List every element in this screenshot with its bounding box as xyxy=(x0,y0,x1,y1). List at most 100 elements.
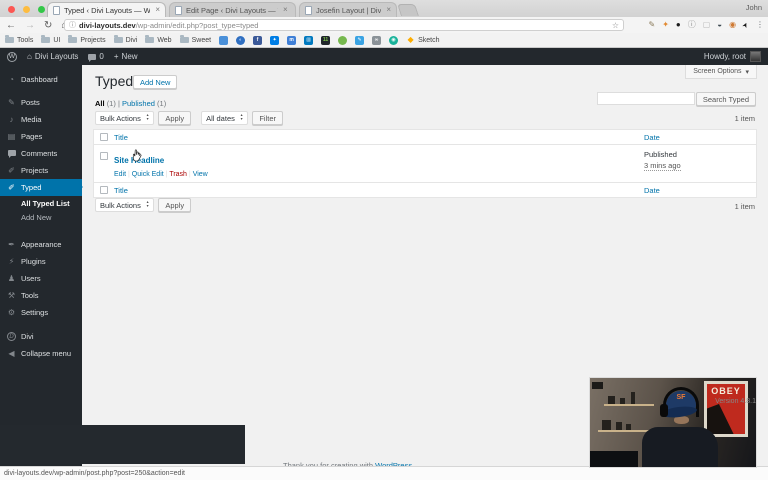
sidebar-item-typed[interactable]: ✐ Typed xyxy=(0,179,83,196)
url-domain: divi-layouts.dev xyxy=(79,20,136,30)
tab-close-icon[interactable]: × xyxy=(386,6,391,14)
sidebar-item-posts[interactable]: ✎ Posts xyxy=(0,94,82,111)
edit-link[interactable]: Edit xyxy=(114,171,126,178)
sidebar-subitem-all-typed-list[interactable]: All Typed List xyxy=(0,196,82,210)
bookmark-favicon[interactable]: 11 xyxy=(321,35,331,45)
tab-edit-page[interactable]: Edit Page ‹ Divi Layouts — Wo × xyxy=(169,2,296,17)
bookmark-favicon[interactable]: m xyxy=(287,35,297,45)
table-row: Site Headline Edit | Quick Edit | Trash … xyxy=(94,145,756,182)
admin-bar-comments[interactable]: 0 xyxy=(88,52,104,62)
view-link[interactable]: View xyxy=(193,171,208,178)
minimize-window-icon[interactable] xyxy=(23,6,30,13)
howdy-account-menu[interactable]: Howdy, root xyxy=(704,52,746,61)
bookmark-favicon[interactable] xyxy=(219,35,229,45)
browser-tab-strip: Typed ‹ Divi Layouts — WordPre × Edit Pa… xyxy=(0,0,768,17)
extension-icon[interactable]: ✦ xyxy=(662,21,669,29)
all-dates-select[interactable]: All dates xyxy=(201,111,249,125)
column-title-footer[interactable]: Title xyxy=(114,186,644,195)
forward-icon[interactable]: → xyxy=(25,20,35,31)
sidebar-item-dashboard[interactable]: ◔ Dashboard xyxy=(0,71,82,88)
extension-icon[interactable]: ◉ xyxy=(729,21,736,29)
select-arrows-icon xyxy=(146,201,149,209)
trash-link[interactable]: Trash xyxy=(169,171,187,178)
back-icon[interactable]: ← xyxy=(6,20,16,31)
admin-bar-new[interactable]: + New xyxy=(114,52,138,61)
tab-label: Typed ‹ Divi Layouts — WordPre xyxy=(64,5,151,15)
page-info-icon[interactable]: ⓘ xyxy=(69,20,76,30)
sidebar-item-media[interactable]: ♪ Media xyxy=(0,111,82,128)
tab-typed[interactable]: Typed ‹ Divi Layouts — WordPre × xyxy=(47,2,166,17)
new-tab-button[interactable] xyxy=(397,4,419,16)
bookmark-folder-ui[interactable]: UI xyxy=(41,35,60,44)
sidebar-item-plugins[interactable]: ⚡ Plugins xyxy=(0,253,82,270)
page-favicon xyxy=(175,5,182,15)
admin-bar-site-name[interactable]: ⌂ Divi Layouts xyxy=(27,52,78,61)
mouse-hand-cursor xyxy=(131,149,143,168)
address-bar[interactable]: ⓘ divi-layouts.dev /wp-admin/edit.php?po… xyxy=(64,19,624,31)
quick-edit-link[interactable]: Quick Edit xyxy=(132,171,164,178)
apply-button[interactable]: Apply xyxy=(158,111,192,125)
sidebar-item-collapse-menu[interactable]: ◀ Collapse menu xyxy=(0,345,82,362)
screen-options-tab[interactable]: Screen Options ▾ xyxy=(685,65,757,79)
sidebar-item-appearance[interactable]: ✒ Appearance xyxy=(0,236,82,253)
cursor-extension-icon[interactable]: ➤ xyxy=(742,21,751,29)
trello-favicon[interactable]: ▥ xyxy=(304,35,314,45)
url-path: /wp-admin/edit.php?post_type=typed xyxy=(135,20,259,30)
column-title-header[interactable]: Title xyxy=(114,133,644,142)
bookmark-folder-tools[interactable]: Tools xyxy=(5,35,33,44)
bookmark-favicon[interactable] xyxy=(338,35,348,45)
bookmark-folder-web[interactable]: Web xyxy=(145,35,172,44)
search-input[interactable] xyxy=(597,92,695,105)
filter-button[interactable]: Filter xyxy=(252,111,284,125)
bulk-actions-select[interactable]: Bulk Actions xyxy=(95,111,155,125)
select-all-checkbox[interactable] xyxy=(100,133,108,141)
status-url: divi-layouts.dev/wp-admin/post.php?post=… xyxy=(4,470,185,477)
zoom-window-icon[interactable] xyxy=(38,6,45,13)
bookmark-folder-divi[interactable]: Divi xyxy=(113,35,137,44)
facebook-favicon[interactable]: f xyxy=(253,35,263,45)
bookmark-favicon[interactable]: ◉ xyxy=(389,35,399,45)
sidebar-subitem-add-new[interactable]: Add New xyxy=(0,210,82,224)
sidebar-item-tools[interactable]: ⚒ Tools xyxy=(0,287,82,304)
apply-button[interactable]: Apply xyxy=(158,198,192,212)
tab-close-icon[interactable]: × xyxy=(155,6,160,14)
tab-label: Josefin Layout | Divi Layouts xyxy=(316,5,382,15)
row-checkbox[interactable] xyxy=(100,152,108,160)
extension-icon[interactable]: ● xyxy=(676,21,681,29)
window-controls[interactable] xyxy=(8,6,45,13)
select-all-checkbox[interactable] xyxy=(100,186,108,194)
bookmark-folder-sweet[interactable]: Sweet xyxy=(179,35,211,44)
extension-icon[interactable]: ✎ xyxy=(648,21,655,29)
bulk-actions-select[interactable]: Bulk Actions xyxy=(95,198,155,212)
bookmark-favicon[interactable]: ✎ xyxy=(355,35,365,45)
column-date-footer[interactable]: Date xyxy=(644,186,756,195)
sidebar-item-users[interactable]: ♟ Users xyxy=(0,270,82,287)
tab-close-icon[interactable]: × xyxy=(283,6,288,14)
bookmark-sketch[interactable]: ◆ Sketch xyxy=(406,36,439,45)
sidebar-item-divi[interactable]: D Divi xyxy=(0,328,82,345)
tab-josefin-layout[interactable]: Josefin Layout | Divi Layouts × xyxy=(299,2,397,17)
sidebar-item-projects[interactable]: ✐ Projects xyxy=(0,162,82,179)
column-date-header[interactable]: Date xyxy=(644,133,756,142)
shelf-item xyxy=(608,396,615,404)
bookmark-folder-projects[interactable]: Projects xyxy=(68,35,106,44)
wordpress-logo-icon[interactable]: W xyxy=(7,51,17,62)
sidebar-item-comments[interactable]: Comments xyxy=(0,145,82,162)
extension-icon[interactable]: ⓘ xyxy=(688,21,696,29)
dropbox-favicon[interactable]: ✦ xyxy=(270,35,280,45)
bookmark-favicon[interactable]: ∞ xyxy=(372,35,382,45)
sidebar-item-pages[interactable]: ▤ Pages xyxy=(0,128,82,145)
reload-icon[interactable]: ↻ xyxy=(44,20,52,31)
close-window-icon[interactable] xyxy=(8,6,15,13)
search-typed-button[interactable]: Search Typed xyxy=(695,92,756,106)
chrome-profile-button[interactable]: John xyxy=(746,3,762,12)
add-new-button[interactable]: Add New xyxy=(133,75,178,89)
view-published-link[interactable]: Published xyxy=(122,99,155,108)
view-all-link[interactable]: All xyxy=(95,99,105,108)
pocket-extension-icon[interactable]: ◒ xyxy=(717,21,722,29)
bookmark-favicon[interactable]: ◐ xyxy=(236,35,246,45)
bookmark-star-icon[interactable]: ☆ xyxy=(612,21,619,30)
extension-icon[interactable]: ▢ xyxy=(703,21,711,29)
chrome-menu-icon[interactable]: ⋮ xyxy=(756,21,764,29)
sidebar-item-settings[interactable]: ⚙ Settings xyxy=(0,304,82,321)
